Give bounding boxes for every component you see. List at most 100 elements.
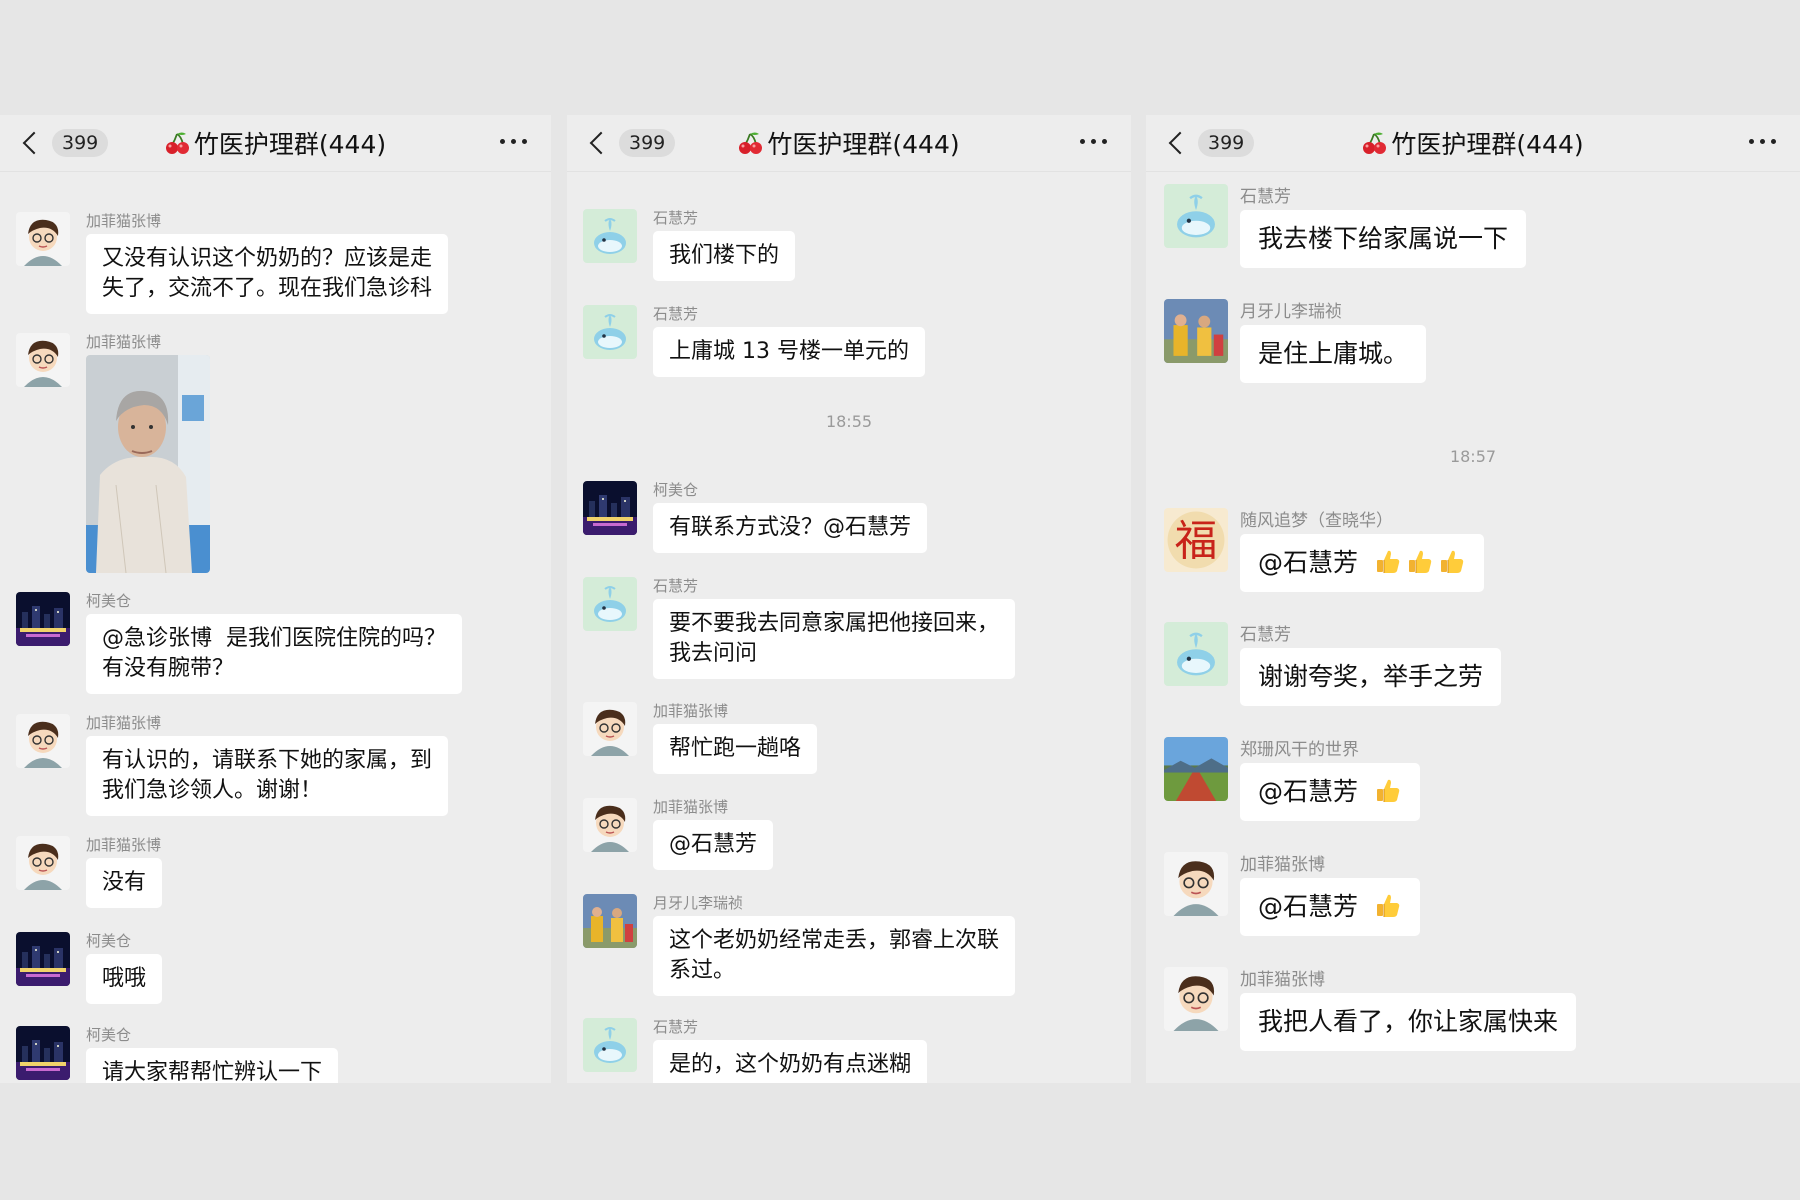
avatar-whale-avatar[interactable] xyxy=(1164,184,1228,248)
sender-name: 随风追梦（查晓华） xyxy=(1240,511,1393,531)
thumbs-up-icon xyxy=(1377,779,1400,802)
avatar-people-photo-avatar[interactable] xyxy=(1164,299,1228,363)
avatar-cartoon-boy-avatar[interactable] xyxy=(16,212,70,266)
message-text: 是住上庸城。 xyxy=(1258,339,1409,368)
sender-name: 加菲猫张博 xyxy=(86,333,162,351)
avatar-cartoon-boy-avatar[interactable] xyxy=(1164,852,1228,916)
message-text: 请大家帮帮忙辨认一下 xyxy=(102,1060,323,1083)
message-text: 又没有认识这个奶奶的？应该是走 失了，交流不了。现在我们急诊科 xyxy=(102,246,433,301)
message-bubble[interactable]: 有认识的，请联系下她的家属，到 我们急诊领人。谢谢！ xyxy=(86,736,449,816)
sender-name: 加菲猫张博 xyxy=(1240,970,1325,990)
avatar-night-city-avatar[interactable] xyxy=(16,1026,70,1080)
sender-name: 柯美仓 xyxy=(86,932,132,950)
avatar-whale-avatar[interactable] xyxy=(583,577,637,631)
message-text: 帮忙跑一趟咯 xyxy=(669,736,802,761)
message-bubble[interactable]: 是住上庸城。 xyxy=(1240,325,1427,383)
message-bubble[interactable]: @石慧芳 xyxy=(1240,878,1421,936)
message-list[interactable]: 石慧芳 我去楼下给家属说一下 月牙儿李瑞祯 是住上庸城。 18:57 福随风追梦（查晓华）… xyxy=(1146,172,1800,1083)
avatar-night-city-avatar[interactable] xyxy=(16,592,70,646)
sender-name: 加菲猫张博 xyxy=(86,836,162,854)
cherry-emoji-icon xyxy=(1363,132,1387,154)
message-text: 有联系方式没？@石慧芳 xyxy=(669,515,912,540)
message-text: 没有 xyxy=(102,870,147,895)
cherry-emoji-icon xyxy=(165,132,189,154)
thumbs-up-icon xyxy=(1441,550,1464,573)
avatar-night-city-avatar[interactable] xyxy=(583,481,637,535)
avatar-cartoon-boy-avatar[interactable] xyxy=(16,836,70,890)
message-bubble[interactable]: @石慧芳 xyxy=(1240,534,1485,592)
message-bubble[interactable]: 我去楼下给家属说一下 xyxy=(1240,210,1527,268)
sender-name: 加菲猫张博 xyxy=(653,798,729,816)
avatar-whale-avatar[interactable] xyxy=(583,1018,637,1072)
avatar-whale-avatar[interactable] xyxy=(1164,622,1228,686)
chat-header: 399 竹医护理群(444) xyxy=(0,115,551,172)
group-title: 竹医护理群(444) xyxy=(1146,115,1800,171)
group-title-text: 竹医护理群(444) xyxy=(1391,130,1584,159)
sender-name: 加菲猫张博 xyxy=(653,702,729,720)
message-bubble[interactable]: @石慧芳 xyxy=(1240,763,1421,821)
chat-panel-3: 399 竹医护理群(444) 石慧芳 我去楼下给家属说一下 月牙儿李瑞祯 是住上庸城。 18… xyxy=(1146,115,1800,1083)
more-options-icon[interactable] xyxy=(500,139,527,144)
message-text: @石慧芳 xyxy=(1258,777,1359,806)
svg-text:福: 福 xyxy=(1175,516,1218,566)
more-options-icon[interactable] xyxy=(1749,139,1776,144)
chat-panel-1: 399 竹医护理群(444) 加菲猫张博 又没有认识这个奶奶的？应该是走 失了，交流不… xyxy=(0,115,551,1083)
message-bubble[interactable]: 帮忙跑一趟咯 xyxy=(653,724,818,774)
sender-name: 石慧芳 xyxy=(653,305,699,323)
avatar-fu-character-avatar[interactable]: 福 xyxy=(1164,508,1228,572)
message-bubble[interactable]: 我把人看了，你让家属快来 xyxy=(1240,993,1577,1051)
sender-name: 加菲猫张博 xyxy=(1240,855,1325,875)
thumbs-up-icon xyxy=(1409,550,1432,573)
group-title: 竹医护理群(444) xyxy=(0,115,551,171)
message-bubble[interactable]: 请大家帮帮忙辨认一下 xyxy=(86,1048,339,1083)
message-list[interactable]: 石慧芳 我们楼下的 石慧芳 上庸城 13 号楼一单元的 18:55 柯美仓 有联系方式没？@… xyxy=(567,172,1131,1083)
message-bubble[interactable]: 是的，这个奶奶有点迷糊 xyxy=(653,1040,928,1083)
avatar-cartoon-boy-avatar[interactable] xyxy=(583,798,637,852)
message-bubble[interactable]: 没有 xyxy=(86,858,163,908)
message-bubble[interactable]: 哦哦 xyxy=(86,954,163,1004)
avatar-whale-avatar[interactable] xyxy=(583,305,637,359)
sender-name: 柯美仓 xyxy=(86,1026,132,1044)
thumbs-up-group xyxy=(1370,777,1402,806)
avatar-whale-avatar[interactable] xyxy=(583,209,637,263)
thumbs-up-group xyxy=(1370,892,1402,921)
avatar-people-photo-avatar[interactable] xyxy=(583,894,637,948)
avatar-landscape-avatar[interactable] xyxy=(1164,737,1228,801)
sender-name: 柯美仓 xyxy=(86,592,132,610)
message-text: 有认识的，请联系下她的家属，到 我们急诊领人。谢谢！ xyxy=(102,748,433,803)
message-bubble[interactable]: 我们楼下的 xyxy=(653,231,796,281)
sender-name: 石慧芳 xyxy=(1240,187,1291,207)
avatar-cartoon-boy-avatar[interactable] xyxy=(16,714,70,768)
sender-name: 加菲猫张博 xyxy=(86,212,162,230)
message-text: 谢谢夸奖，举手之劳 xyxy=(1258,662,1484,691)
message-text: @石慧芳 xyxy=(1258,548,1359,577)
sender-name: 石慧芳 xyxy=(653,209,699,227)
avatar-night-city-avatar[interactable] xyxy=(16,932,70,986)
sender-name: 郑珊风干的世界 xyxy=(1240,740,1359,760)
sender-name: 月牙儿李瑞祯 xyxy=(653,894,744,912)
message-bubble[interactable]: @急诊张博 是我们医院住院的吗？ 有没有腕带？ xyxy=(86,614,462,694)
message-bubble[interactable]: 这个老奶奶经常走丢，郭睿上次联 系过。 xyxy=(653,916,1016,996)
avatar-cartoon-boy-avatar[interactable] xyxy=(583,702,637,756)
sender-name: 柯美仓 xyxy=(653,481,699,499)
message-text: 我们楼下的 xyxy=(669,243,780,268)
thumbs-up-icon xyxy=(1377,894,1400,917)
message-text: @石慧芳 xyxy=(1258,892,1359,921)
sender-name: 石慧芳 xyxy=(1240,625,1291,645)
elderly-woman-photo[interactable] xyxy=(86,355,210,573)
avatar-cartoon-boy-avatar[interactable] xyxy=(16,333,70,387)
chat-panel-2: 399 竹医护理群(444) 石慧芳 我们楼下的 石慧芳 上庸城 13 号楼一单元的 18:… xyxy=(567,115,1131,1083)
message-text: @石慧芳 xyxy=(669,832,758,857)
message-bubble[interactable]: @石慧芳 xyxy=(653,820,774,870)
message-list[interactable]: 加菲猫张博 又没有认识这个奶奶的？应该是走 失了，交流不了。现在我们急诊科 加菲猫张… xyxy=(0,172,551,1083)
message-bubble[interactable]: 要不要我去同意家属把他接回来， 我去问问 xyxy=(653,599,1016,679)
avatar-cartoon-boy-avatar[interactable] xyxy=(1164,967,1228,1031)
message-bubble[interactable]: 谢谢夸奖，举手之劳 xyxy=(1240,648,1502,706)
message-bubble[interactable]: 又没有认识这个奶奶的？应该是走 失了，交流不了。现在我们急诊科 xyxy=(86,234,449,314)
timestamp: 18:55 xyxy=(825,412,873,431)
message-bubble[interactable]: 上庸城 13 号楼一单元的 xyxy=(653,327,925,377)
more-options-icon[interactable] xyxy=(1080,139,1107,144)
message-text: 哦哦 xyxy=(102,966,147,991)
message-bubble[interactable]: 有联系方式没？@石慧芳 xyxy=(653,503,928,553)
group-title-text: 竹医护理群(444) xyxy=(193,130,387,159)
